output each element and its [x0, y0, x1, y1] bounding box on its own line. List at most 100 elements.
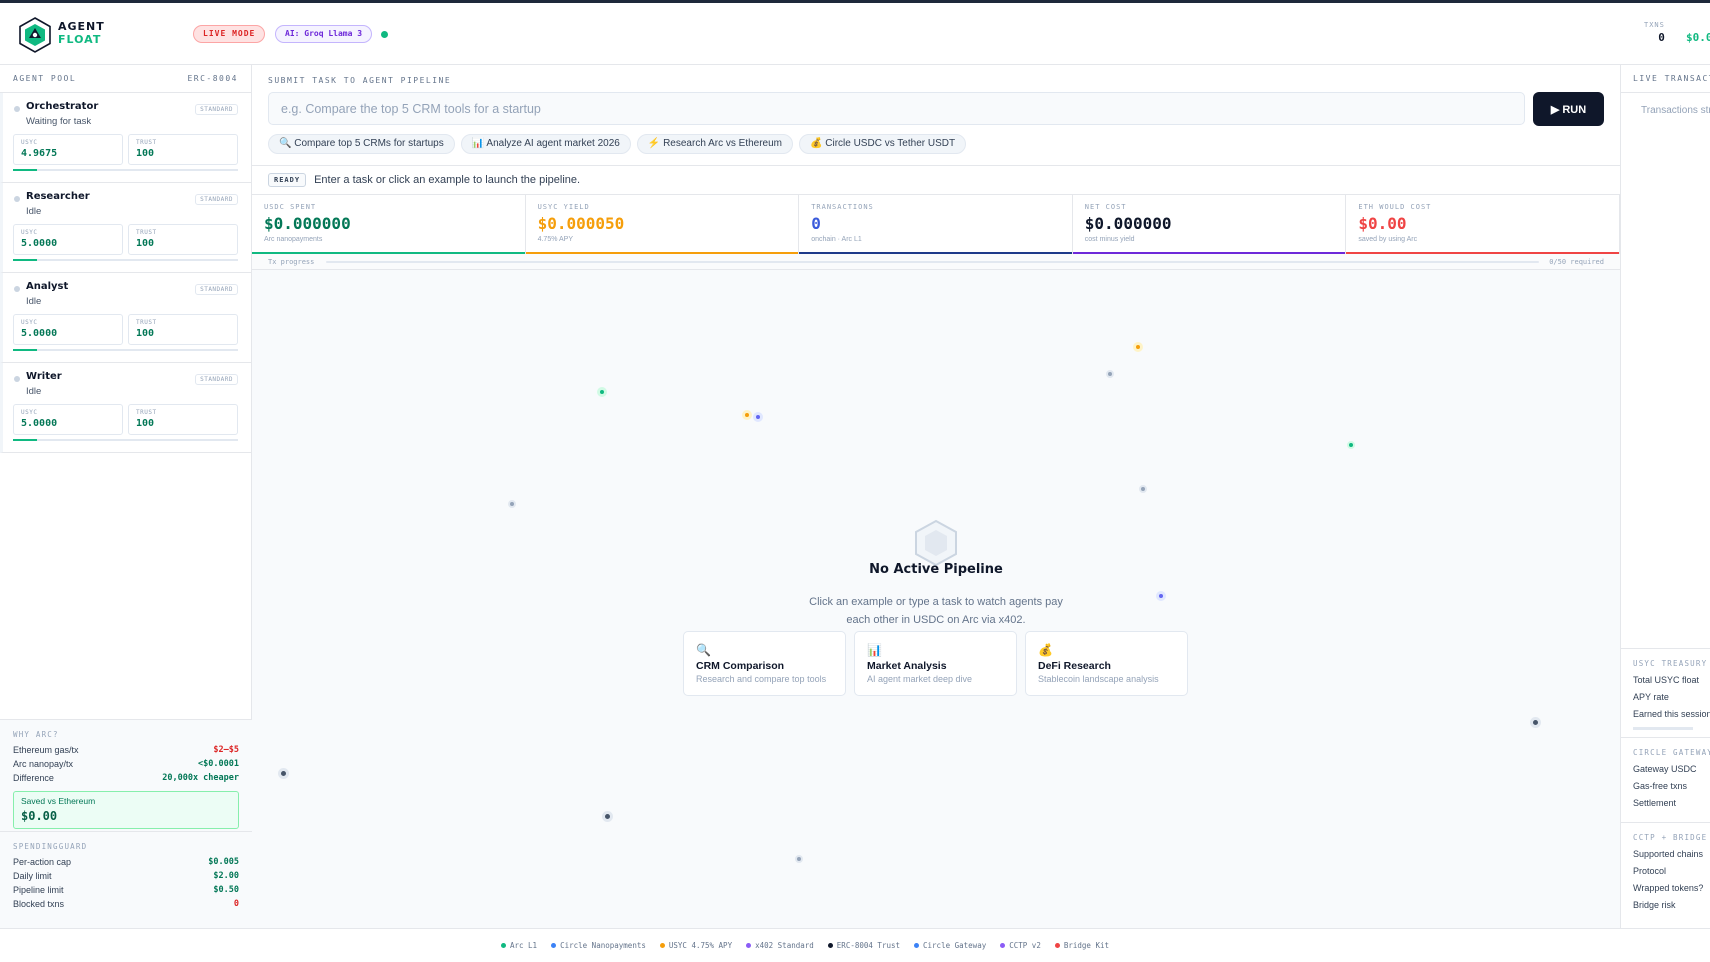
usdc-counter: $0.0	[1686, 21, 1710, 44]
example-chips: 🔍 Compare top 5 CRMs for startups 📊 Analy…	[268, 134, 967, 154]
cctp-row: Wrapped tokens?	[1633, 883, 1704, 893]
network-node	[753, 412, 763, 422]
example-card[interactable]: 💰 DeFi Research Stablecoin landscape ana…	[1025, 631, 1188, 696]
usyc-treasury-title: USYC TREASURY	[1633, 659, 1708, 668]
info-row: Arc nanopay/tx <$0.0001	[13, 759, 239, 773]
stat-value: $0.000000	[1084, 214, 1172, 233]
agent-state: Idle	[26, 386, 42, 397]
stat-subtitle: Arc nanopayments	[264, 236, 323, 243]
empty-state-line-2: each other in USDC on Arc via x402.	[846, 614, 1026, 626]
stat-subtitle: onchain · Arc L1	[811, 236, 862, 243]
agent-standard-tag: STANDARD	[195, 284, 238, 295]
cctp-bridge-panel: CCTP + BRIDGE KIT Supported chains Proto…	[1621, 822, 1710, 928]
example-chip-icon: 🔍	[279, 138, 292, 149]
stats-row: USDC SPENT $0.000000 Arc nanopayments US…	[252, 195, 1620, 254]
agent-card[interactable]: Orchestrator Waiting for task STANDARD U…	[0, 93, 251, 183]
info-row-value: 0	[233, 899, 239, 909]
submit-task-label: SUBMIT TASK TO AGENT PIPELINE	[268, 76, 452, 85]
app-header: AGENT FLOAT LIVE MODE AI: Groq Llama 3 T…	[0, 3, 1710, 65]
saved-value: $0.00	[21, 809, 58, 823]
info-row-value: $2.00	[213, 871, 239, 881]
network-node	[1133, 342, 1143, 352]
gateway-row: Gas-free txns	[1633, 781, 1688, 791]
usdc-value: $0.0	[1686, 31, 1710, 44]
task-input[interactable]	[268, 92, 1525, 125]
usyc-label: USYC	[21, 229, 38, 236]
agent-usyc-box: USYC 5.0000	[13, 404, 123, 435]
legend-item: x402 Standard	[746, 941, 814, 950]
pipeline-main: SUBMIT TASK TO AGENT PIPELINE ▶ RUN 🔍 Co…	[252, 65, 1620, 928]
legend-dot	[1000, 943, 1006, 948]
example-chip[interactable]: ⚡ Research Arc vs Ethereum	[636, 134, 794, 154]
stat-value: $0.000000	[264, 214, 351, 233]
example-card-icon: 📊	[867, 643, 882, 657]
tx-progress-count: 0/50 required	[1549, 257, 1604, 266]
example-card[interactable]: 📊 Market Analysis AI agent market deep d…	[854, 631, 1017, 696]
agent-standard-tag: STANDARD	[195, 104, 238, 115]
spendingguard-panel: SPENDINGGUARD Per-action cap $0.005 Daily …	[0, 831, 252, 928]
agent-float-logo-icon	[19, 17, 51, 53]
stat-label: USDC SPENT	[264, 203, 317, 211]
stat-card: NET COST $0.000000 cost minus yield	[1072, 195, 1347, 254]
agent-balance-bar	[13, 439, 238, 441]
agent-card[interactable]: Researcher Idle STANDARD USYC 5.0000 TRU…	[0, 183, 251, 273]
agent-status-dot	[14, 286, 20, 292]
info-row: Difference 20,000x cheaper	[13, 773, 239, 787]
network-node	[1530, 717, 1541, 728]
stat-subtitle: cost minus yield	[1084, 236, 1135, 243]
info-row-value: $2–$5	[213, 745, 239, 755]
agent-standard-tag: STANDARD	[195, 374, 238, 385]
example-chip[interactable]: 🔍 Compare top 5 CRMs for startups	[268, 134, 455, 154]
cctp-row: Bridge risk	[1633, 900, 1676, 910]
info-row-label: Per-action cap	[13, 857, 72, 867]
trust-value: 100	[136, 418, 155, 429]
info-row-label: Pipeline limit	[13, 885, 64, 895]
legend-item: USYC 4.75% APY	[659, 941, 732, 950]
agent-status-dot	[14, 106, 20, 112]
stat-subtitle: 4.75% APY	[537, 236, 574, 243]
agent-state: Idle	[26, 296, 42, 307]
tech-legend-footer: Arc L1 Circle Nanopayments USYC 4.75% APY x…	[0, 928, 1710, 962]
network-node	[742, 410, 752, 420]
agent-pool-standard: ERC-8004	[187, 74, 238, 83]
example-chip-label: Analyze AI agent market 2026	[486, 138, 620, 149]
example-card-icon: 💰	[1038, 643, 1053, 657]
info-row: Pipeline limit $0.50	[13, 885, 239, 899]
agent-usyc-box: USYC 4.9675	[13, 134, 123, 165]
agent-status-dot	[14, 376, 20, 382]
stat-card: USYC YIELD $0.000050 4.75% APY	[525, 195, 800, 254]
example-chip[interactable]: 💰 Circle USDC vs Tether USDT	[799, 134, 967, 154]
info-row: Per-action cap $0.005	[13, 857, 239, 871]
example-chip-label: Compare top 5 CRMs for startups	[294, 138, 444, 149]
brand-line-1: AGENT	[58, 20, 105, 33]
legend-label: Arc L1	[509, 941, 538, 950]
info-row: Blocked txns 0	[13, 899, 239, 913]
usyc-value: 5.0000	[21, 418, 58, 429]
legend-item: Circle Nanopayments	[551, 941, 646, 950]
why-arc-title: WHY ARC?	[13, 730, 59, 739]
treasury-row: Total USYC float	[1633, 675, 1700, 685]
example-cards: 🔍 CRM Comparison Research and compare to…	[683, 631, 1188, 696]
transactions-empty-message: Transactions stream here	[1641, 105, 1710, 116]
status-message: Enter a task or click an example to laun…	[314, 174, 581, 186]
run-button[interactable]: ▶ RUN	[1533, 92, 1604, 126]
example-card-title: Market Analysis	[867, 660, 947, 672]
txns-label: TXNS	[1644, 21, 1665, 29]
example-chip[interactable]: 📊 Analyze AI agent market 2026	[460, 134, 631, 154]
info-row: Daily limit $2.00	[13, 871, 239, 885]
pipeline-canvas: No Active Pipeline Click an example or t…	[252, 270, 1620, 928]
info-row-value: $0.005	[208, 857, 239, 867]
example-card[interactable]: 🔍 CRM Comparison Research and compare to…	[683, 631, 846, 696]
live-mode-badge: LIVE MODE	[193, 25, 266, 43]
ready-badge: READY	[268, 173, 307, 187]
agent-state: Idle	[26, 206, 42, 217]
agent-card[interactable]: Analyst Idle STANDARD USYC 5.0000 TRUST …	[0, 273, 251, 363]
trust-label: TRUST	[136, 409, 157, 416]
stat-value: $0.000050	[537, 214, 625, 233]
trust-value: 100	[136, 148, 155, 159]
agent-card[interactable]: Writer Idle STANDARD USYC 5.0000 TRUST 1…	[0, 363, 251, 453]
legend-dot	[551, 943, 557, 948]
txns-value: 0	[1658, 31, 1665, 44]
trust-value: 100	[136, 328, 155, 339]
tx-progress-label: Tx progress	[268, 257, 315, 266]
